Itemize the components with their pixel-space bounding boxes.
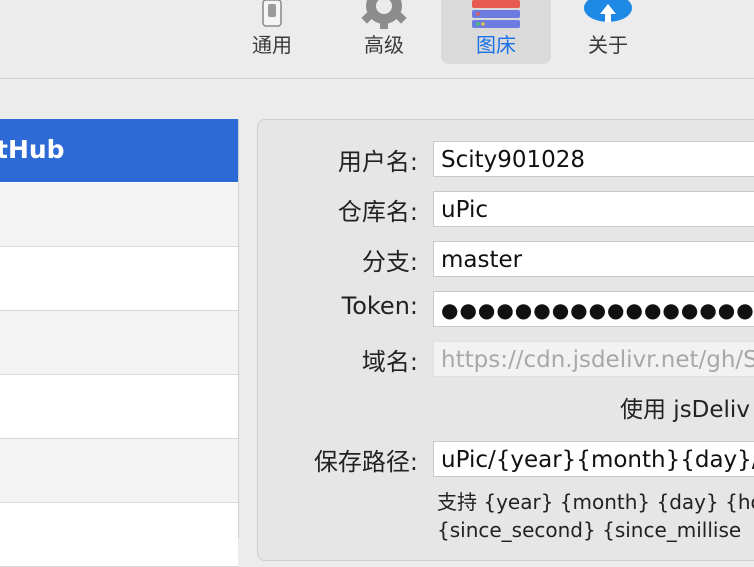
use-jsdelivr-checkbox-label[interactable]: 使用 jsDeliv [620,390,750,424]
host-list-item-github[interactable]: tHub [0,119,238,182]
domain-label: 域名: [361,348,418,376]
host-list-item[interactable] [0,311,238,375]
host-list-item[interactable] [0,503,238,567]
host-list[interactable]: tHub [0,119,239,567]
repo-field[interactable]: uPic [433,191,754,227]
tab-advanced[interactable]: 高级 [329,0,439,64]
tab-general[interactable]: 通用 [217,0,327,64]
preferences-toolbar: 通用 高级 图床 关于 [0,0,754,79]
host-list-item[interactable] [0,183,238,247]
save-path-hint-line: 支持 {year} {month} {day} {hou [437,490,754,514]
repo-label: 仓库名: [337,198,418,226]
save-path-label: 保存路径: [313,448,418,476]
cloud-upload-icon [584,0,632,22]
host-list-item[interactable] [0,247,238,311]
host-list-item[interactable] [0,439,238,503]
server-icon [472,0,520,28]
save-path-hint-line: {since_second} {since_millise [437,518,742,542]
tab-about[interactable]: 关于 [553,0,663,64]
tab-general-label: 通用 [252,33,292,57]
token-label: Token: [341,292,418,320]
switch-icon [262,0,282,27]
branch-label: 分支: [361,248,418,276]
domain-field[interactable]: https://cdn.jsdelivr.net/gh/Sc [433,341,754,377]
gear-icon [361,0,407,29]
username-field[interactable]: Scity901028 [433,141,754,177]
tab-image-host-label: 图床 [476,33,516,57]
username-label: 用户名: [337,148,418,176]
save-path-hint: 支持 {year} {month} {day} {hou {since_seco… [437,488,754,544]
save-path-field[interactable]: uPic/{year}{month}{day}/{file [433,441,754,477]
tab-about-label: 关于 [588,33,628,57]
token-field[interactable]: ●●●●●●●●●●●●●●●●●●●●●●●● [433,291,754,327]
host-list-item-label: tHub [0,135,65,164]
tab-advanced-label: 高级 [364,33,404,57]
tab-image-host[interactable]: 图床 [441,0,551,64]
branch-field[interactable]: master [433,241,754,277]
host-list-item[interactable] [0,375,238,439]
